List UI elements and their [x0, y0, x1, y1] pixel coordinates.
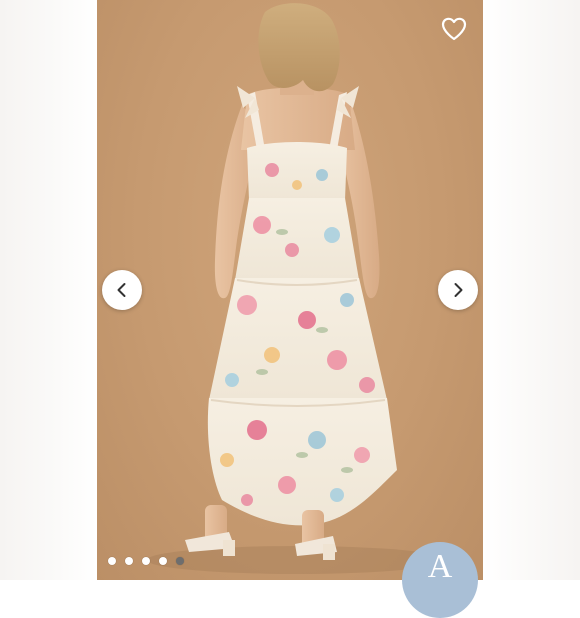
heart-outline-icon [441, 17, 467, 41]
pagination-dot[interactable] [108, 557, 116, 565]
pagination-dot[interactable] [142, 557, 150, 565]
favorite-button[interactable] [440, 15, 468, 43]
next-image-button[interactable] [438, 270, 478, 310]
brand-badge: A [402, 542, 478, 618]
chevron-left-icon [117, 283, 126, 297]
chevron-right-icon [454, 283, 463, 297]
right-padding [483, 0, 580, 580]
product-photo[interactable] [97, 0, 483, 580]
product-image-viewer: A [0, 0, 580, 618]
model-illustration [147, 3, 447, 574]
pagination-dot[interactable] [125, 557, 133, 565]
image-pagination-dots [108, 557, 184, 565]
pagination-dot-active[interactable] [176, 557, 184, 565]
left-padding [0, 0, 97, 580]
previous-image-button[interactable] [102, 270, 142, 310]
pagination-dot[interactable] [159, 557, 167, 565]
brand-letter: A [427, 548, 453, 585]
